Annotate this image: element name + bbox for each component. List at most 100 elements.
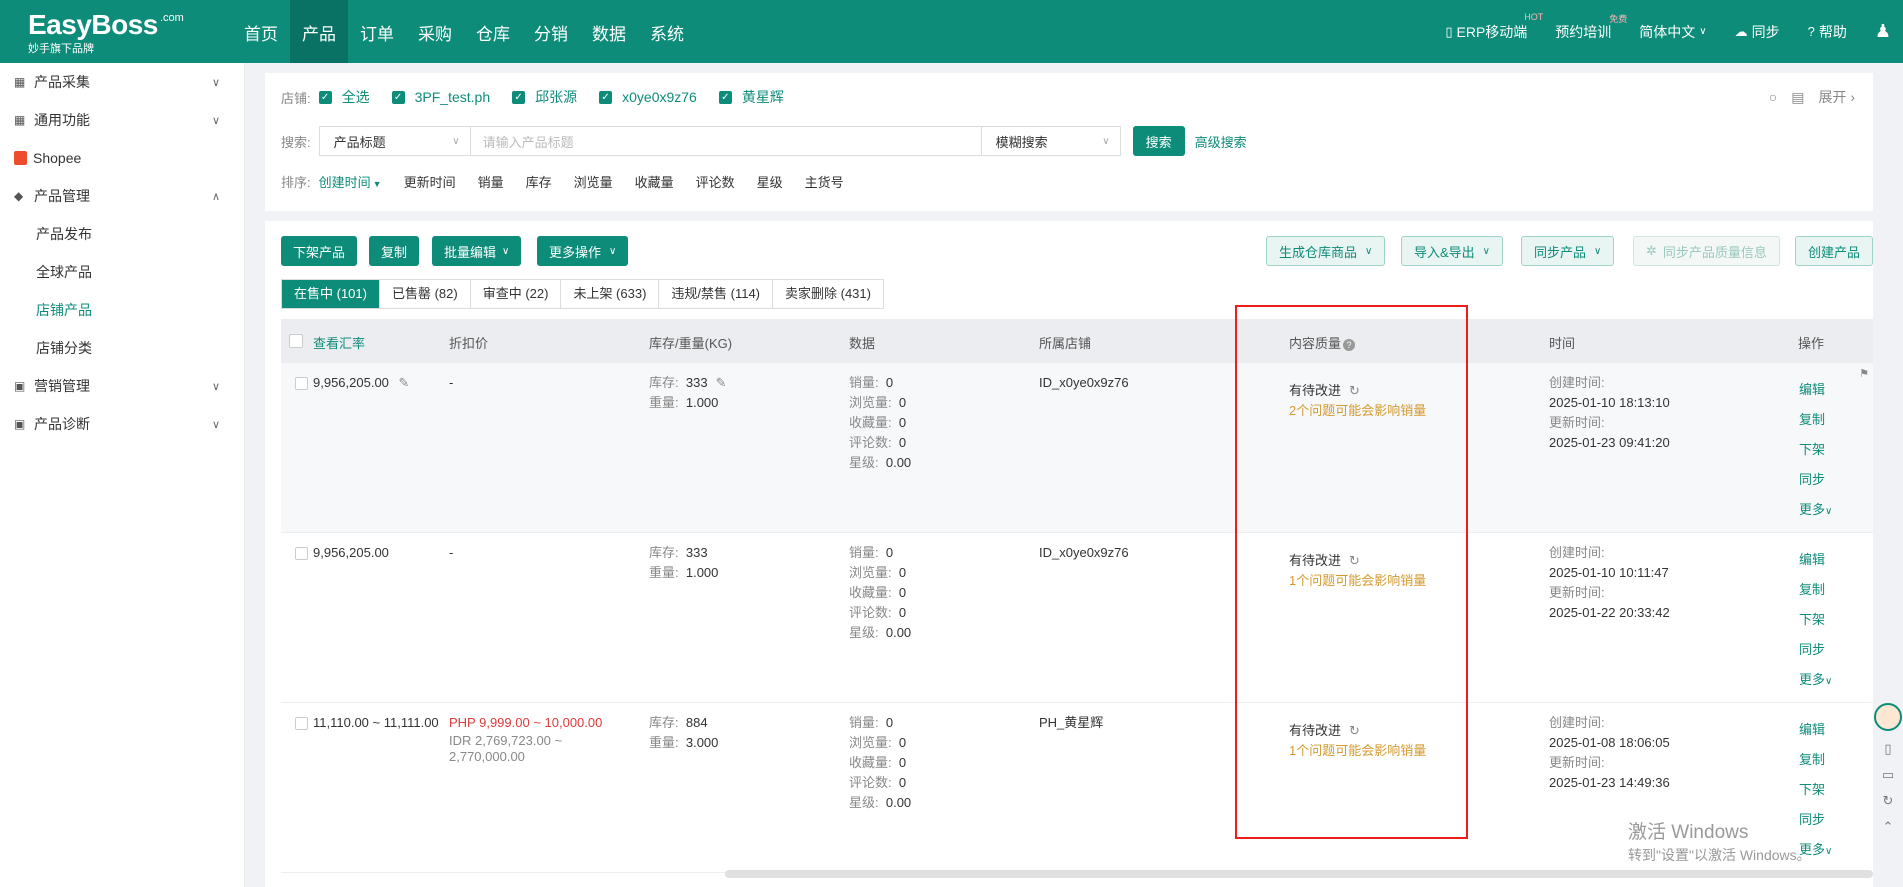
user-icon[interactable]: ♟: [1875, 21, 1891, 42]
watermark-subtitle: 转到"设置"以激活 Windows。: [1628, 847, 1811, 863]
sort-created[interactable]: 创建时间 ▼: [319, 172, 382, 191]
sort-stock[interactable]: 库存: [526, 172, 552, 191]
training-link[interactable]: 预约培训 免费: [1555, 14, 1627, 42]
sort-updated[interactable]: 更新时间: [404, 172, 456, 191]
logo[interactable]: EasyBoss .com 妙手旗下品牌: [28, 10, 188, 58]
sort-favs[interactable]: 收藏量: [635, 172, 674, 191]
search-field-select[interactable]: 产品标题 ∨: [318, 126, 471, 156]
edit-icon[interactable]: ✎: [716, 375, 727, 390]
nav-distribution[interactable]: 分销: [522, 0, 580, 63]
copy-link[interactable]: 复制: [1799, 745, 1832, 775]
layout-icon[interactable]: ▤: [1791, 89, 1804, 106]
nav-home[interactable]: 首页: [232, 0, 290, 63]
store-checkbox[interactable]: ✓ x0ye0x9z76: [599, 89, 697, 105]
sidebar-item-shopee[interactable]: Shopee: [0, 139, 244, 177]
nav-system[interactable]: 系统: [638, 0, 696, 63]
sync-link[interactable]: 同步: [1799, 635, 1832, 665]
row-checkbox[interactable]: [295, 717, 308, 730]
store-checkbox[interactable]: ✓ 邱张源: [512, 87, 577, 107]
tab-on-sale[interactable]: 在售中 (101): [282, 280, 380, 308]
generate-warehouse-button[interactable]: 生成仓库商品 ∨: [1266, 236, 1386, 266]
store-checkbox[interactable]: ✓ 3PF_test.ph: [391, 89, 490, 105]
document-icon[interactable]: ▯: [1884, 741, 1891, 757]
delist-link[interactable]: 下架: [1799, 605, 1832, 635]
copy-link[interactable]: 复制: [1799, 575, 1832, 605]
import-export-button[interactable]: 导入&导出 ∨: [1401, 236, 1503, 266]
edit-link[interactable]: 编辑: [1799, 375, 1832, 405]
row-checkbox[interactable]: [295, 377, 308, 390]
erp-mobile-link[interactable]: ▯ ERP移动端 HOT: [1445, 12, 1543, 42]
table-row: 9,956,205.00 ✎ - 库存: 333 ✎ 重量: 1.000 销量: …: [281, 363, 1873, 533]
chevron-down-icon: ∨: [452, 135, 460, 147]
batch-edit-button[interactable]: 批量编辑 ∨: [432, 236, 522, 266]
stock-label: 库存:: [649, 375, 679, 390]
flag-icon[interactable]: ⚑: [1859, 367, 1869, 380]
updated-value: 2025-01-23 14:49:36: [1549, 775, 1670, 790]
nav-orders[interactable]: 订单: [348, 0, 406, 63]
more-link[interactable]: 更多∨: [1799, 495, 1832, 525]
sidebar-sub-global[interactable]: 全球产品: [0, 253, 244, 291]
edit-icon[interactable]: ✎: [399, 375, 410, 390]
more-link[interactable]: 更多∨: [1799, 665, 1832, 695]
edit-link[interactable]: 编辑: [1799, 545, 1832, 575]
nav-warehouse[interactable]: 仓库: [464, 0, 522, 63]
sync-link[interactable]: 同步: [1799, 465, 1832, 495]
expand-toggle[interactable]: 展开 ›: [1818, 87, 1855, 107]
advanced-search-link[interactable]: 高级搜索: [1195, 132, 1247, 151]
sidebar-sub-publish[interactable]: 产品发布: [0, 215, 244, 253]
refresh-icon[interactable]: ↻: [1883, 793, 1894, 809]
stock-cell: 库存: 333 ✎ 重量: 1.000: [649, 373, 726, 413]
sidebar-item-manage[interactable]: ◆ 产品管理 ∧: [0, 177, 244, 215]
sync-products-button[interactable]: 同步产品 ∨: [1521, 236, 1615, 266]
nav-purchase[interactable]: 采购: [406, 0, 464, 63]
message-icon[interactable]: ▭: [1882, 767, 1894, 783]
sort-reviews[interactable]: 评论数: [696, 172, 735, 191]
delist-link[interactable]: 下架: [1799, 775, 1832, 805]
sort-stars[interactable]: 星级: [757, 172, 783, 191]
sidebar-item-diagnose[interactable]: ▣ 产品诊断 ∨: [0, 405, 244, 443]
more-actions-button[interactable]: 更多操作 ∨: [537, 236, 629, 266]
edit-link[interactable]: 编辑: [1799, 715, 1832, 745]
view-exchange-rate-link[interactable]: 查看汇率: [313, 333, 365, 352]
create-product-button[interactable]: 创建产品: [1795, 236, 1873, 266]
status-tabs: 在售中 (101) 已售罄 (82) 审查中 (22) 未上架 (633) 违规…: [281, 279, 884, 309]
sort-sales[interactable]: 销量: [478, 172, 504, 191]
delist-link[interactable]: 下架: [1799, 435, 1832, 465]
search-button[interactable]: 搜索: [1132, 126, 1185, 156]
support-avatar[interactable]: [1874, 703, 1902, 731]
sort-views[interactable]: 浏览量: [574, 172, 613, 191]
tab-sold-out[interactable]: 已售罄 (82): [380, 280, 471, 308]
language-select[interactable]: 简体中文 ∨: [1639, 22, 1706, 42]
tab-unlisted[interactable]: 未上架 (633): [561, 280, 660, 308]
store-checkbox[interactable]: ✓ 黄星辉: [718, 87, 784, 107]
tab-banned[interactable]: 违规/禁售 (114): [659, 280, 774, 308]
sidebar-sub-store-category[interactable]: 店铺分类: [0, 329, 244, 367]
horizontal-scrollbar[interactable]: [725, 870, 1873, 878]
tab-reviewing[interactable]: 审查中 (22): [471, 280, 562, 308]
sidebar-item-marketing[interactable]: ▣ 营销管理 ∨: [0, 367, 244, 405]
row-checkbox[interactable]: [295, 547, 308, 560]
search-mode-select[interactable]: 模糊搜索 ∨: [980, 126, 1121, 156]
weight-value: 1.000: [685, 395, 719, 410]
back-to-top-icon[interactable]: ⌃: [1883, 819, 1894, 835]
views-label: 浏览量:: [849, 565, 892, 580]
store-checkbox-all[interactable]: ✓ 全选: [318, 87, 370, 107]
copy-button[interactable]: 复制: [369, 236, 420, 266]
sidebar-item-common[interactable]: ▦ 通用功能 ∨: [0, 101, 244, 139]
search-icon[interactable]: ○: [1769, 89, 1777, 105]
search-input[interactable]: 请输入产品标题: [470, 126, 981, 156]
nav-data[interactable]: 数据: [580, 0, 638, 63]
sync-button[interactable]: ☁ 同步: [1735, 22, 1780, 42]
tab-deleted[interactable]: 卖家删除 (431): [773, 280, 883, 308]
copy-link[interactable]: 复制: [1799, 405, 1832, 435]
sync-quality-button[interactable]: ✲ 同步产品质量信息: [1633, 236, 1780, 266]
ops-cell: 编辑 复制 下架 同步 更多∨: [1799, 545, 1832, 695]
sort-sku[interactable]: 主货号: [805, 172, 844, 191]
sidebar-sub-store-products[interactable]: 店铺产品: [0, 291, 244, 329]
logo-subtitle: 妙手旗下品牌: [28, 43, 94, 55]
help-button[interactable]: ? 帮助: [1808, 22, 1847, 42]
sidebar-item-collect[interactable]: ▦ 产品采集 ∨: [0, 63, 244, 101]
delist-button[interactable]: 下架产品: [281, 236, 358, 266]
select-all-checkbox[interactable]: [289, 334, 303, 348]
nav-products[interactable]: 产品: [290, 0, 348, 63]
